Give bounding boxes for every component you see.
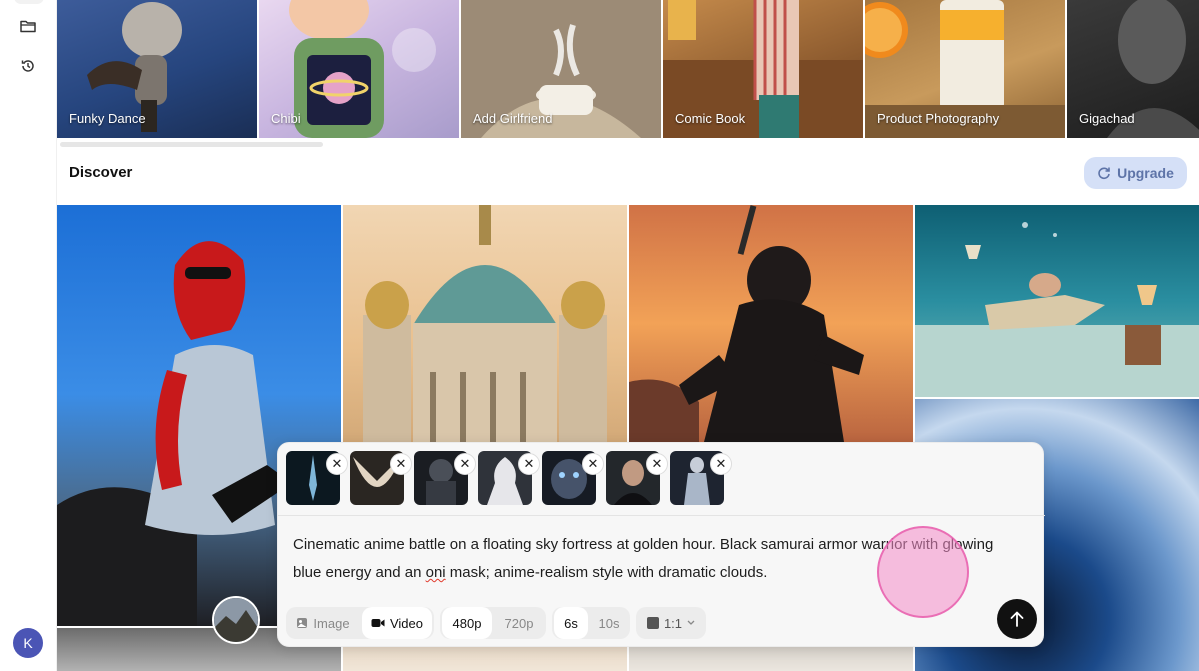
remove-thumb-5-close-icon[interactable]: ✕ [582,453,604,475]
arrow-up-icon [1010,611,1024,627]
sidebar-top-item[interactable] [14,0,44,4]
remove-thumb-1-close-icon[interactable]: ✕ [326,453,348,475]
chevron-down-icon [687,620,695,625]
aspect-ratio-dropdown[interactable]: 1:1 [638,607,704,639]
discover-tile-underwater-room[interactable] [915,205,1199,397]
remove-thumb-3-close-icon[interactable]: ✕ [454,453,476,475]
creator-avatar[interactable] [212,596,260,644]
refresh-icon [1098,167,1110,180]
style-card-label: Funky Dance [69,111,146,126]
mode-image-label: Image [313,615,350,631]
remove-thumb-6-close-icon[interactable]: ✕ [646,453,668,475]
style-card-chibi[interactable]: Chibi [259,0,459,138]
aspect-square-icon [646,617,659,629]
style-card-label: Add Girlfriend [473,111,553,126]
remove-thumb-2-close-icon[interactable]: ✕ [390,453,412,475]
mode-image-button[interactable]: Image [288,607,358,639]
style-card-label: Gigachad [1079,111,1135,126]
prompt-textarea[interactable]: Cinematic anime battle on a floating sky… [293,531,1013,587]
resolution-720p-button[interactable]: 720p [494,607,544,639]
prompt-text-part-2: mask; anime-realism style with dramatic … [445,564,768,581]
style-card-product-photography[interactable]: Product Photography [865,0,1065,138]
sidebar: K [0,0,57,671]
panel-divider [278,515,1045,516]
video-icon [371,619,385,627]
discover-tile-cathedral[interactable] [343,205,627,442]
style-presets-row: Funky Dance Chibi Add Girlfriend Comic B… [57,0,1199,138]
style-card-comic-book[interactable]: Comic Book [663,0,863,138]
send-button[interactable] [997,599,1037,639]
resolution-480p-button[interactable]: 480p [442,607,492,639]
discover-title: Discover [69,164,133,181]
remove-thumb-4-close-icon[interactable]: ✕ [518,453,540,475]
remove-thumb-7-close-icon[interactable]: ✕ [710,453,732,475]
style-card-gigachad[interactable]: Gigachad [1067,0,1199,138]
styles-scrollbar[interactable] [60,142,323,147]
folder-icon[interactable] [16,14,40,38]
image-icon [297,618,308,628]
user-avatar[interactable]: K [13,628,43,658]
duration-6s-button[interactable]: 6s [554,607,588,639]
history-icon[interactable] [16,54,40,78]
style-card-label: Chibi [271,111,301,126]
aspect-ratio-label: 1:1 [663,615,683,631]
upgrade-button[interactable]: Upgrade [1084,157,1187,189]
discover-tile-ninja[interactable] [629,205,913,442]
style-card-label: Comic Book [675,111,746,126]
prompt-misspelled-word: oni [425,564,446,581]
style-card-label: Product Photography [877,111,1000,126]
mode-video-label: Video [389,615,423,631]
duration-10s-button[interactable]: 10s [590,607,628,639]
style-card-funky-dance[interactable]: Funky Dance [57,0,257,138]
prompt-panel: ✕ ✕ ✕ ✕ ✕ ✕ ✕ Cinematic anime battle on … [277,442,1045,647]
style-card-add-girlfriend[interactable]: Add Girlfriend [461,0,661,138]
mode-video-button[interactable]: Video [362,607,432,639]
upgrade-label: Upgrade [1117,165,1174,181]
